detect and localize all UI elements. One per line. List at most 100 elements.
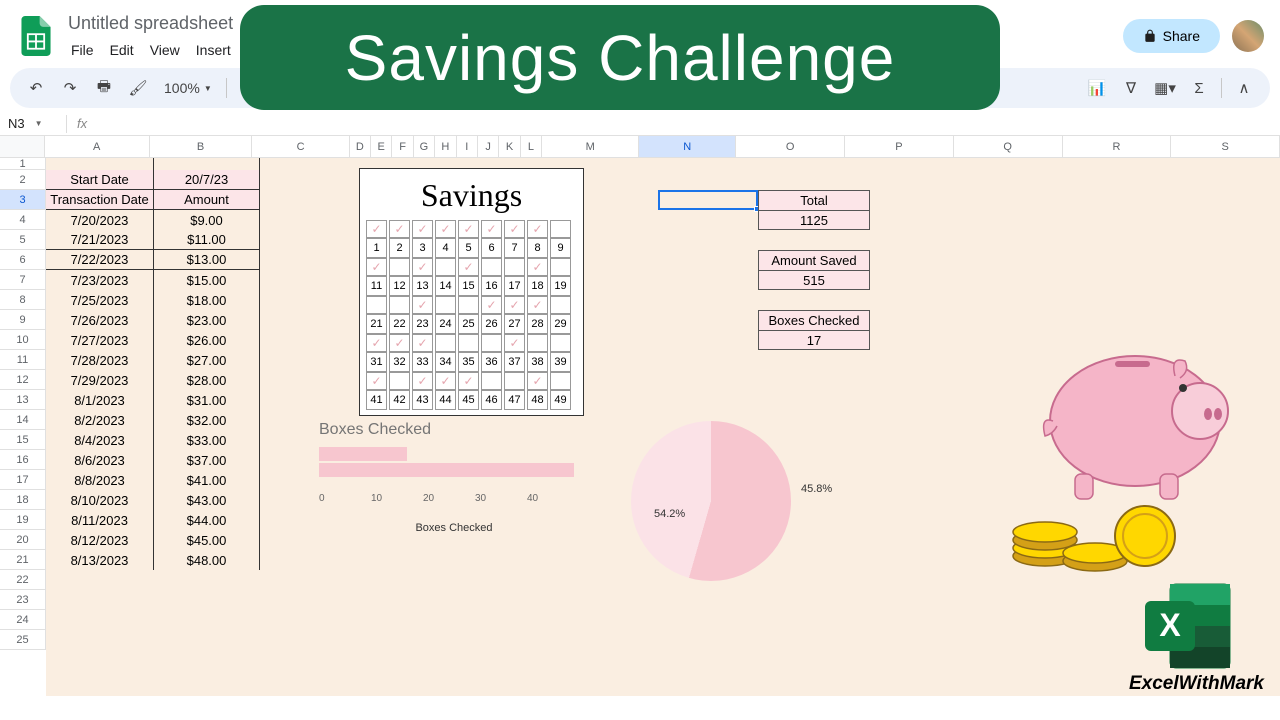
col-header-I[interactable]: I	[457, 136, 478, 157]
menu-edit[interactable]: Edit	[103, 38, 141, 62]
table-row[interactable]: 8/4/2023$33.00	[46, 430, 260, 450]
menu-file[interactable]: File	[64, 38, 101, 62]
checkbox-43[interactable]: ✓	[412, 372, 433, 390]
checkbox-11[interactable]: ✓	[366, 258, 387, 276]
menu-insert[interactable]: Insert	[189, 38, 238, 62]
row-header-12[interactable]: 12	[0, 370, 46, 390]
checkbox-35[interactable]	[458, 334, 479, 352]
collapse-toolbar-button[interactable]: ∧	[1230, 74, 1258, 102]
col-header-D[interactable]: D	[350, 136, 371, 157]
row-header-15[interactable]: 15	[0, 430, 46, 450]
col-header-F[interactable]: F	[392, 136, 413, 157]
checkbox-14[interactable]	[435, 258, 456, 276]
cell-txn-date-label[interactable]: Transaction Date	[46, 190, 154, 210]
col-header-C[interactable]: C	[252, 136, 349, 157]
checkbox-24[interactable]	[435, 296, 456, 314]
col-header-R[interactable]: R	[1063, 136, 1172, 157]
row-header-2[interactable]: 2	[0, 170, 46, 190]
col-header-L[interactable]: L	[521, 136, 542, 157]
boxes-checked-chart[interactable]: Boxes Checked 0 10 20 30 40 Boxes Checke…	[319, 421, 589, 534]
row-header-5[interactable]: 5	[0, 230, 46, 250]
row-header-6[interactable]: 6	[0, 250, 46, 270]
checkbox-42[interactable]	[389, 372, 410, 390]
total-label[interactable]: Total	[758, 190, 870, 210]
row-header-8[interactable]: 8	[0, 290, 46, 310]
row-header-13[interactable]: 13	[0, 390, 46, 410]
checkbox-18[interactable]: ✓	[527, 258, 548, 276]
row-header-4[interactable]: 4	[0, 210, 46, 230]
checkbox-2[interactable]: ✓	[389, 220, 410, 238]
row-header-22[interactable]: 22	[0, 570, 46, 590]
checkbox-23[interactable]: ✓	[412, 296, 433, 314]
checkbox-46[interactable]	[481, 372, 502, 390]
cell-start-date-label[interactable]: Start Date	[46, 170, 154, 190]
checkbox-32[interactable]: ✓	[389, 334, 410, 352]
table-row[interactable]: 7/28/2023$27.00	[46, 350, 260, 370]
row-header-23[interactable]: 23	[0, 590, 46, 610]
row-header-3[interactable]: 3	[0, 190, 46, 210]
total-value[interactable]: 1125	[758, 210, 870, 230]
checkbox-41[interactable]: ✓	[366, 372, 387, 390]
table-row[interactable]: 8/10/2023$43.00	[46, 490, 260, 510]
spreadsheet-grid[interactable]: ABCDEFGHIJKLMNOPQRS 12345678910111213141…	[0, 136, 1280, 696]
row-header-14[interactable]: 14	[0, 410, 46, 430]
functions-button[interactable]: Σ	[1185, 74, 1213, 102]
table-row[interactable]: 7/25/2023$18.00	[46, 290, 260, 310]
col-header-K[interactable]: K	[499, 136, 520, 157]
share-button[interactable]: Share	[1123, 19, 1220, 53]
row-header-17[interactable]: 17	[0, 470, 46, 490]
sheet-canvas[interactable]: Start Date20/7/23 Transaction Date Amount…	[46, 158, 1280, 696]
table-row[interactable]: 7/27/2023$26.00	[46, 330, 260, 350]
checkbox-47[interactable]	[504, 372, 525, 390]
insert-chart-button[interactable]: 📊	[1083, 74, 1111, 102]
checkbox-33[interactable]: ✓	[412, 334, 433, 352]
table-row[interactable]: 8/12/2023$45.00	[46, 530, 260, 550]
table-row[interactable]: 7/29/2023$28.00	[46, 370, 260, 390]
checkbox-37[interactable]: ✓	[504, 334, 525, 352]
checkbox-19[interactable]	[550, 258, 571, 276]
paint-format-button[interactable]: 🖌	[124, 74, 152, 102]
checkbox-5[interactable]: ✓	[458, 220, 479, 238]
checkbox-22[interactable]	[389, 296, 410, 314]
checkbox-15[interactable]: ✓	[458, 258, 479, 276]
checkbox-27[interactable]: ✓	[504, 296, 525, 314]
checkbox-29[interactable]	[550, 296, 571, 314]
row-header-21[interactable]: 21	[0, 550, 46, 570]
menu-view[interactable]: View	[143, 38, 187, 62]
checkbox-26[interactable]: ✓	[481, 296, 502, 314]
boxes-checked-value[interactable]: 17	[758, 330, 870, 350]
checkbox-12[interactable]	[389, 258, 410, 276]
checkbox-4[interactable]: ✓	[435, 220, 456, 238]
cell-start-date-value[interactable]: 20/7/23	[154, 170, 260, 190]
col-header-P[interactable]: P	[845, 136, 954, 157]
checkbox-21[interactable]	[366, 296, 387, 314]
amount-saved-value[interactable]: 515	[758, 270, 870, 290]
row-header-7[interactable]: 7	[0, 270, 46, 290]
col-header-E[interactable]: E	[371, 136, 392, 157]
checkbox-17[interactable]	[504, 258, 525, 276]
row-header-16[interactable]: 16	[0, 450, 46, 470]
amount-saved-label[interactable]: Amount Saved	[758, 250, 870, 270]
boxes-checked-label[interactable]: Boxes Checked	[758, 310, 870, 330]
row-header-1[interactable]: 1	[0, 158, 46, 170]
checkbox-16[interactable]	[481, 258, 502, 276]
table-row[interactable]: 7/26/2023$23.00	[46, 310, 260, 330]
checkbox-8[interactable]: ✓	[527, 220, 548, 238]
checkbox-6[interactable]: ✓	[481, 220, 502, 238]
row-header-20[interactable]: 20	[0, 530, 46, 550]
checkbox-13[interactable]: ✓	[412, 258, 433, 276]
table-row[interactable]: 7/23/2023$15.00	[46, 270, 260, 290]
col-header-A[interactable]: A	[45, 136, 150, 157]
row-header-25[interactable]: 25	[0, 630, 46, 650]
checkbox-25[interactable]	[458, 296, 479, 314]
checkbox-39[interactable]	[550, 334, 571, 352]
col-header-O[interactable]: O	[736, 136, 845, 157]
checkbox-1[interactable]: ✓	[366, 220, 387, 238]
table-row[interactable]: 7/22/2023$13.00	[46, 250, 260, 270]
row-header-9[interactable]: 9	[0, 310, 46, 330]
row-header-19[interactable]: 19	[0, 510, 46, 530]
account-avatar[interactable]	[1232, 20, 1264, 52]
table-row[interactable]: 7/21/2023$11.00	[46, 230, 260, 250]
col-header-J[interactable]: J	[478, 136, 499, 157]
checkbox-34[interactable]	[435, 334, 456, 352]
